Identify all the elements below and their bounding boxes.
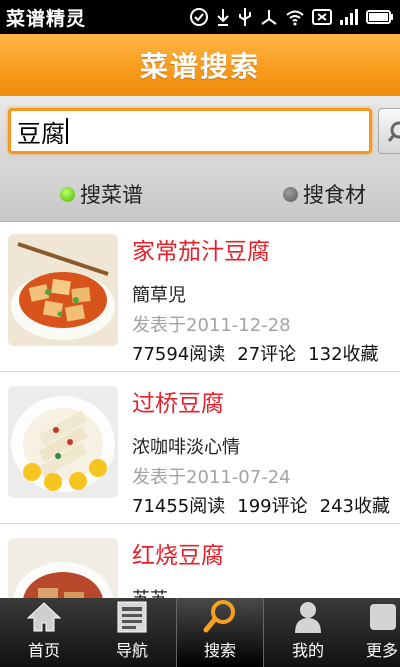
status-bar: 菜谱精灵 bbox=[0, 0, 400, 34]
search-icon bbox=[203, 600, 235, 633]
recipe-author: 簡草児 bbox=[132, 285, 186, 306]
recipe-stats: 71455阅读 199评论 243收藏 bbox=[132, 492, 400, 518]
magnifier-icon bbox=[387, 121, 400, 142]
recipe-thumbnail bbox=[8, 234, 118, 346]
recipe-stats: 77594阅读 27评论 132收藏 bbox=[132, 340, 391, 366]
book-icon bbox=[117, 601, 147, 633]
recipe-title[interactable]: 过桥豆腐 bbox=[132, 384, 224, 418]
nav-home[interactable]: 首页 bbox=[0, 598, 88, 667]
recipe-result-list: 家常茄汁豆腐 簡草児 发表于2011-12-28 77594阅读 27评论 132收… bbox=[0, 222, 400, 598]
recipe-date: 发表于2011-07-24 bbox=[132, 467, 291, 488]
home-icon bbox=[26, 602, 62, 632]
usb-icon bbox=[239, 8, 251, 26]
read-count: 71455阅读 bbox=[132, 496, 226, 517]
search-button[interactable] bbox=[378, 108, 400, 154]
recipe-list-item[interactable]: 家常茄汁豆腐 簡草児 发表于2011-12-28 77594阅读 27评论 132收… bbox=[0, 222, 400, 372]
recipe-date: 发表于2011-12-28 bbox=[132, 315, 291, 336]
sync-icon bbox=[190, 8, 208, 26]
network-icon bbox=[261, 10, 277, 25]
status-icons bbox=[189, 7, 394, 27]
search-ingredient-option[interactable]: 搜食材 bbox=[283, 166, 366, 222]
nav-mine[interactable]: 我的 bbox=[264, 598, 352, 667]
recipe-list-item[interactable]: 过桥豆腐 浓咖啡淡心情 发表于2011-07-24 71455阅读 199评论 24… bbox=[0, 374, 400, 524]
radio-selected-icon bbox=[60, 186, 75, 202]
nav-guide-label: 导航 bbox=[115, 641, 148, 660]
search-bar: 豆腐 bbox=[0, 96, 400, 166]
more-icon bbox=[370, 604, 396, 630]
signal-icon bbox=[340, 9, 358, 25]
wifi-icon bbox=[286, 10, 304, 26]
page-title: 菜谱搜索 bbox=[139, 50, 260, 83]
recipe-author: 浓咖啡淡心情 bbox=[132, 437, 240, 458]
message-icon bbox=[312, 9, 332, 25]
nav-guide[interactable]: 导航 bbox=[88, 598, 176, 667]
status-bar-app-title: 菜谱精灵 bbox=[6, 7, 87, 30]
recipe-list-item[interactable]: 红烧豆腐 苏苏 bbox=[0, 526, 400, 598]
recipe-thumbnail bbox=[8, 386, 118, 498]
nav-search-label: 搜索 bbox=[203, 641, 236, 660]
recipe-title[interactable]: 家常茄汁豆腐 bbox=[132, 232, 270, 266]
user-icon bbox=[295, 602, 321, 633]
battery-icon bbox=[366, 10, 393, 24]
favorite-count: 132收藏 bbox=[308, 344, 379, 365]
radio-unselected-icon bbox=[283, 186, 298, 202]
header-bar: 菜谱搜索 bbox=[0, 34, 400, 96]
search-ingredient-label: 搜食材 bbox=[303, 183, 366, 207]
search-input[interactable]: 豆腐 bbox=[8, 108, 372, 154]
search-type-selector: 搜菜谱 搜食材 bbox=[0, 166, 400, 222]
download-icon bbox=[217, 9, 229, 26]
nav-more[interactable]: 更多 bbox=[352, 598, 400, 667]
nav-home-label: 首页 bbox=[27, 641, 60, 660]
bottom-nav: 首页 导航 搜索 我的 更多 bbox=[0, 598, 400, 667]
favorite-count: 243收藏 bbox=[319, 496, 390, 517]
recipe-author: 苏苏 bbox=[132, 585, 168, 598]
search-recipe-label: 搜菜谱 bbox=[80, 183, 143, 207]
text-cursor bbox=[66, 118, 68, 144]
comment-count: 27评论 bbox=[237, 344, 297, 365]
nav-mine-label: 我的 bbox=[291, 641, 324, 660]
comment-count: 199评论 bbox=[237, 496, 308, 517]
nav-search[interactable]: 搜索 bbox=[176, 598, 264, 667]
search-recipe-option[interactable]: 搜菜谱 bbox=[60, 166, 143, 222]
recipe-thumbnail bbox=[8, 538, 118, 598]
search-input-value: 豆腐 bbox=[17, 119, 65, 148]
recipe-title[interactable]: 红烧豆腐 bbox=[132, 536, 224, 570]
read-count: 77594阅读 bbox=[132, 344, 226, 365]
nav-more-label: 更多 bbox=[366, 641, 399, 660]
